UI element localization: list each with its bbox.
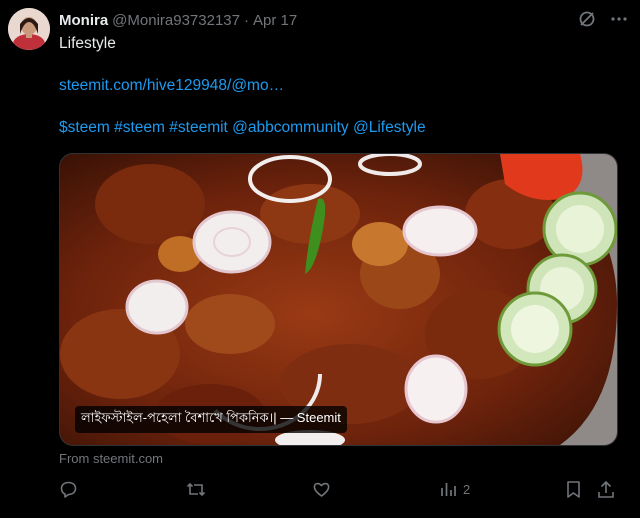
bookmark-icon	[565, 480, 582, 499]
tweet-header: Monira @Monira93732137 · Apr 17	[59, 10, 628, 30]
grok-icon[interactable]	[578, 10, 596, 32]
tweet-text-blank	[59, 54, 619, 75]
reply-button[interactable]	[59, 480, 78, 499]
bookmark-button[interactable]	[565, 480, 582, 499]
tweet-text: Lifestyle steemit.com/hive129948/@mo… $s…	[59, 33, 619, 138]
user-handle[interactable]: @Monira93732137	[112, 12, 240, 29]
views-count: 2	[463, 481, 471, 497]
tweet-text-line: Lifestyle	[59, 35, 116, 52]
more-icon[interactable]	[610, 10, 628, 32]
action-bar: 2	[59, 480, 619, 502]
link-card-caption: লাইফস্টাইল-পহেলা বৈশাখে পিকনিক।| — Steem…	[75, 406, 347, 433]
display-name[interactable]: Monira	[59, 12, 108, 29]
tweet-text-blank	[59, 96, 619, 117]
separator-dot: ·	[244, 11, 249, 29]
tweet-hashtags[interactable]: $steem #steem #steemit @abbcommunity @Li…	[59, 117, 619, 138]
retweet-button[interactable]	[186, 480, 206, 499]
food-image	[60, 154, 617, 445]
tweet-link[interactable]: steemit.com/hive129948/@mo…	[59, 75, 619, 96]
views-icon	[439, 480, 457, 498]
tweet-date[interactable]: Apr 17	[253, 12, 297, 29]
like-button[interactable]	[312, 480, 331, 499]
reply-icon	[59, 480, 78, 499]
avatar[interactable]	[8, 8, 50, 50]
like-icon	[312, 480, 331, 499]
link-source[interactable]: From steemit.com	[59, 451, 163, 466]
link-card-image[interactable]: লাইফস্টাইল-পহেলা বৈশাখে পিকনিক।| — Steem…	[59, 153, 618, 446]
tweet-card[interactable]: Monira @Monira93732137 · Apr 17 Lifestyl…	[0, 0, 640, 518]
views-button[interactable]: 2	[439, 480, 470, 498]
share-icon	[597, 480, 615, 499]
retweet-icon	[186, 480, 206, 499]
share-button[interactable]	[597, 480, 615, 499]
